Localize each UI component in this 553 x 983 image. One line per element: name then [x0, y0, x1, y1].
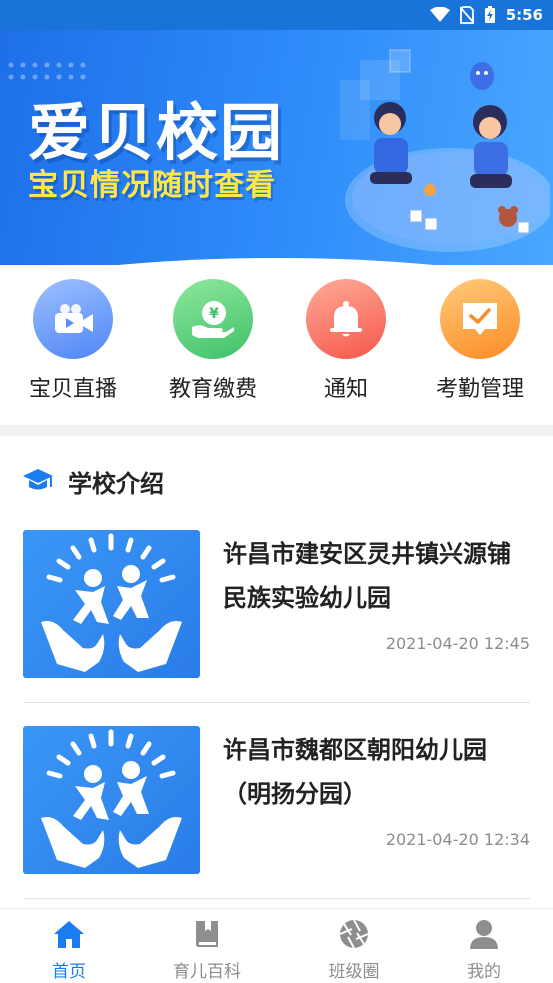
quick-entry-payment[interactable]: ¥ 教育缴费 — [153, 279, 273, 403]
quick-entry-label: 通知 — [323, 377, 368, 402]
banner-pagination — [276, 263, 302, 265]
list-item[interactable]: 许昌市魏都区朝阳幼儿园（明扬分园） 2021-04-20 12:34 — [23, 726, 530, 906]
quick-entry-attendance[interactable]: 考勤管理 — [420, 279, 540, 403]
aperture-icon — [339, 919, 369, 953]
banner-subtitle: 宝贝情况随时查看 — [28, 168, 276, 203]
children-playing-illustration — [340, 49, 550, 252]
video-camera-icon — [33, 279, 113, 359]
quick-entry-panel: 宝贝直播 ¥ 教育缴费 通知 考勤管理 — [0, 265, 553, 425]
calendar-check-icon — [440, 279, 520, 359]
wifi-icon — [429, 7, 450, 23]
quick-entry-live[interactable]: 宝贝直播 — [13, 279, 133, 403]
no-sim-icon — [459, 6, 474, 24]
nav-label: 首页 — [52, 962, 86, 982]
school-intro-section: 学校介绍 许昌市建安区灵井镇兴源铺民族实验幼儿园 2021-04-20 12:4… — [0, 436, 553, 908]
divider — [23, 702, 530, 703]
yuan-hand-icon: ¥ — [173, 279, 253, 359]
quick-entry-notice[interactable]: 通知 — [286, 279, 406, 403]
banner-title: 爱贝校园 — [28, 96, 285, 169]
banner-dot — [291, 263, 295, 265]
quick-entry-label: 教育缴费 — [168, 377, 257, 402]
promo-banner[interactable]: 爱贝校园 宝贝情况随时查看 — [0, 30, 553, 265]
home-icon — [53, 919, 85, 953]
bottom-navigation: 首页 育儿百科 班级圈 我的 — [0, 908, 553, 983]
nav-label: 我的 — [467, 962, 501, 982]
book-icon — [193, 919, 221, 953]
nav-tab-parenting[interactable]: 育儿百科 — [157, 919, 257, 982]
school-name: 许昌市魏都区朝阳幼儿园（明扬分园） — [223, 736, 487, 808]
divider — [23, 898, 530, 899]
nav-label: 育儿百科 — [173, 962, 241, 982]
bell-icon — [306, 279, 386, 359]
quick-entry-label: 宝贝直播 — [28, 377, 117, 402]
battery-charging-icon — [484, 6, 496, 24]
school-logo-thumbnail — [23, 530, 200, 678]
section-header: 学校介绍 — [22, 464, 164, 499]
quick-entry-label: 考勤管理 — [435, 377, 524, 402]
list-item[interactable]: 许昌市建安区灵井镇兴源铺民族实验幼儿园 2021-04-20 12:45 — [23, 530, 530, 710]
nav-label: 班级圈 — [328, 962, 380, 982]
status-bar: 5:56 — [0, 0, 553, 30]
section-title: 学校介绍 — [68, 470, 164, 498]
publish-time: 2021-04-20 12:34 — [385, 830, 530, 849]
school-name: 许昌市建安区灵井镇兴源铺民族实验幼儿园 — [223, 540, 511, 612]
clock-time: 5:56 — [505, 6, 543, 24]
banner-dot — [298, 263, 302, 265]
nav-tab-home[interactable]: 首页 — [19, 919, 119, 982]
user-icon — [469, 919, 499, 953]
graduation-cap-icon — [22, 467, 54, 497]
nav-tab-class-circle[interactable]: 班级圈 — [304, 919, 404, 982]
publish-time: 2021-04-20 12:45 — [385, 634, 530, 653]
svg-text:¥: ¥ — [209, 306, 219, 322]
school-logo-thumbnail — [23, 726, 200, 874]
nav-tab-profile[interactable]: 我的 — [434, 919, 534, 982]
banner-dot-active — [276, 263, 288, 265]
